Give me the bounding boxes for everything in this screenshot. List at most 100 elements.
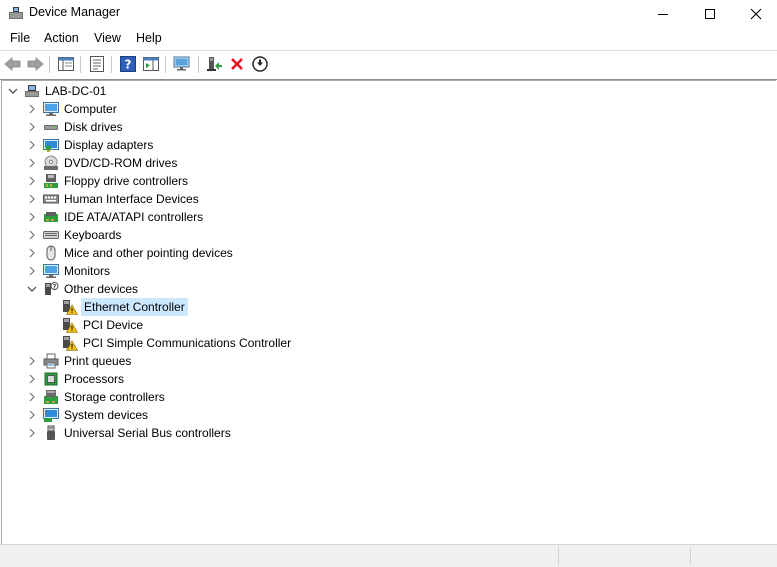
hid-icon — [43, 191, 59, 207]
storage-controller-icon — [43, 389, 59, 405]
tree-category-storage-controllers[interactable]: Storage controllers — [2, 388, 772, 406]
forward-icon — [27, 57, 44, 71]
tree-item-label: DVD/CD-ROM drives — [64, 156, 178, 170]
chevron-right-icon[interactable] — [27, 410, 37, 420]
tree-category-human-interface-devices[interactable]: Human Interface Devices — [2, 190, 772, 208]
minimize-button[interactable] — [640, 0, 686, 27]
window-title: Device Manager — [29, 5, 121, 19]
dvd-drive-icon — [43, 155, 59, 171]
chevron-right-icon[interactable] — [27, 194, 37, 204]
tree-category-other-devices[interactable]: ? Other devices — [2, 280, 772, 298]
disk-drive-icon — [43, 119, 59, 135]
maximize-icon — [705, 8, 715, 19]
menu-view[interactable]: View — [94, 31, 121, 45]
chevron-right-icon[interactable] — [27, 104, 37, 114]
action-pane-button[interactable] — [141, 54, 161, 74]
tree-category-keyboards[interactable]: Keyboards — [2, 226, 772, 244]
tree-item-label: Mice and other pointing devices — [64, 246, 233, 260]
tree-item-label: IDE ATA/ATAPI controllers — [64, 210, 204, 224]
chevron-right-icon[interactable] — [27, 356, 37, 366]
chevron-right-icon[interactable] — [27, 158, 37, 168]
warning-device-icon — [62, 299, 79, 315]
menu-file[interactable]: File — [10, 31, 30, 45]
computer-root-icon — [24, 83, 40, 99]
tree-root-computer[interactable]: LAB-DC-01 — [2, 82, 772, 100]
close-button[interactable] — [733, 0, 777, 27]
tree-category-display-adapters[interactable]: Display adapters — [2, 136, 772, 154]
tree-device-pci-device[interactable]: PCI Device — [2, 316, 772, 334]
tree-item-label: Processors — [64, 372, 125, 386]
tree-category-floppy-drive-controllers[interactable]: Floppy drive controllers — [2, 172, 772, 190]
help-button[interactable]: ? — [118, 54, 138, 74]
svg-text:?: ? — [125, 58, 132, 72]
tree-item-label: Other devices — [64, 282, 139, 296]
update-driver-button[interactable] — [204, 54, 224, 74]
minimize-icon — [658, 13, 668, 15]
chevron-right-icon[interactable] — [27, 140, 37, 150]
tree-category-disk-drives[interactable]: Disk drives — [2, 118, 772, 136]
properties-icon — [90, 56, 104, 72]
tree-item-label: PCI Device — [83, 318, 144, 332]
disable-device-button[interactable] — [250, 54, 270, 74]
tree-device-pci-simple-communications-controller[interactable]: PCI Simple Communications Controller — [2, 334, 772, 352]
tree-item-label: PCI Simple Communications Controller — [83, 336, 292, 350]
device-manager-app-icon — [8, 5, 24, 21]
tree-category-processors[interactable]: Processors — [2, 370, 772, 388]
scan-hardware-icon — [173, 56, 190, 71]
system-devices-icon — [43, 407, 59, 423]
tree-category-dvd-cd-rom-drives[interactable]: DVD/CD-ROM drives — [2, 154, 772, 172]
uninstall-device-icon — [231, 58, 243, 70]
toolbar-separator — [165, 56, 166, 73]
tree-item-label: Human Interface Devices — [64, 192, 199, 206]
tree-category-computer[interactable]: Computer — [2, 100, 772, 118]
tree-item-label: Disk drives — [64, 120, 123, 134]
maximize-button[interactable] — [687, 0, 733, 27]
chevron-down-icon[interactable] — [27, 284, 37, 294]
chevron-right-icon[interactable] — [27, 230, 37, 240]
update-driver-icon — [207, 57, 222, 71]
svg-text:?: ? — [53, 284, 57, 291]
uninstall-device-button[interactable] — [227, 54, 247, 74]
close-icon — [750, 8, 762, 19]
tree-device-ethernet-controller[interactable]: Ethernet Controller — [2, 298, 772, 316]
tree-item-label: Print queues — [64, 354, 132, 368]
tree-item-label: Ethernet Controller — [81, 298, 188, 316]
menu-action[interactable]: Action — [44, 31, 79, 45]
warning-device-icon — [62, 317, 79, 333]
menu-help[interactable]: Help — [136, 31, 162, 45]
tree-item-label: Floppy drive controllers — [64, 174, 189, 188]
tree-category-system-devices[interactable]: System devices — [2, 406, 772, 424]
ide-controller-icon — [43, 209, 59, 225]
scan-hardware-button[interactable] — [172, 54, 192, 74]
back-icon — [4, 57, 21, 71]
forward-button[interactable] — [25, 54, 45, 74]
chevron-right-icon[interactable] — [27, 428, 37, 438]
chevron-right-icon[interactable] — [27, 266, 37, 276]
tree-item-label: System devices — [64, 408, 149, 422]
device-tree[interactable]: LAB-DC-01 Computer Disk drives Display adap… — [1, 80, 776, 544]
tree-item-label: Storage controllers — [64, 390, 165, 404]
chevron-right-icon[interactable] — [27, 122, 37, 132]
tree-category-mice-and-other-pointing-devices[interactable]: Mice and other pointing devices — [2, 244, 772, 262]
chevron-right-icon[interactable] — [27, 212, 37, 222]
properties-button[interactable] — [87, 54, 107, 74]
back-button[interactable] — [3, 54, 23, 74]
toolbar-separator — [80, 56, 81, 73]
chevron-right-icon[interactable] — [27, 392, 37, 402]
tree-category-ide-ata-atapi-controllers[interactable]: IDE ATA/ATAPI controllers — [2, 208, 772, 226]
chevron-right-icon[interactable] — [27, 374, 37, 384]
chevron-right-icon[interactable] — [27, 248, 37, 258]
show-hide-console-tree-button[interactable] — [56, 54, 76, 74]
keyboard-icon — [43, 227, 59, 243]
tree-category-print-queues[interactable]: Print queues — [2, 352, 772, 370]
chevron-down-icon[interactable] — [8, 86, 18, 96]
tree-category-monitors[interactable]: Monitors — [2, 262, 772, 280]
monitor-icon — [43, 263, 59, 279]
toolbar-separator — [198, 56, 199, 73]
warning-device-icon — [62, 335, 79, 351]
tree-category-universal-serial-bus-controllers[interactable]: Universal Serial Bus controllers — [2, 424, 772, 442]
chevron-right-icon[interactable] — [27, 176, 37, 186]
other-devices-icon: ? — [43, 281, 59, 297]
tree-item-label: Universal Serial Bus controllers — [64, 426, 231, 440]
floppy-controller-icon — [43, 173, 59, 189]
